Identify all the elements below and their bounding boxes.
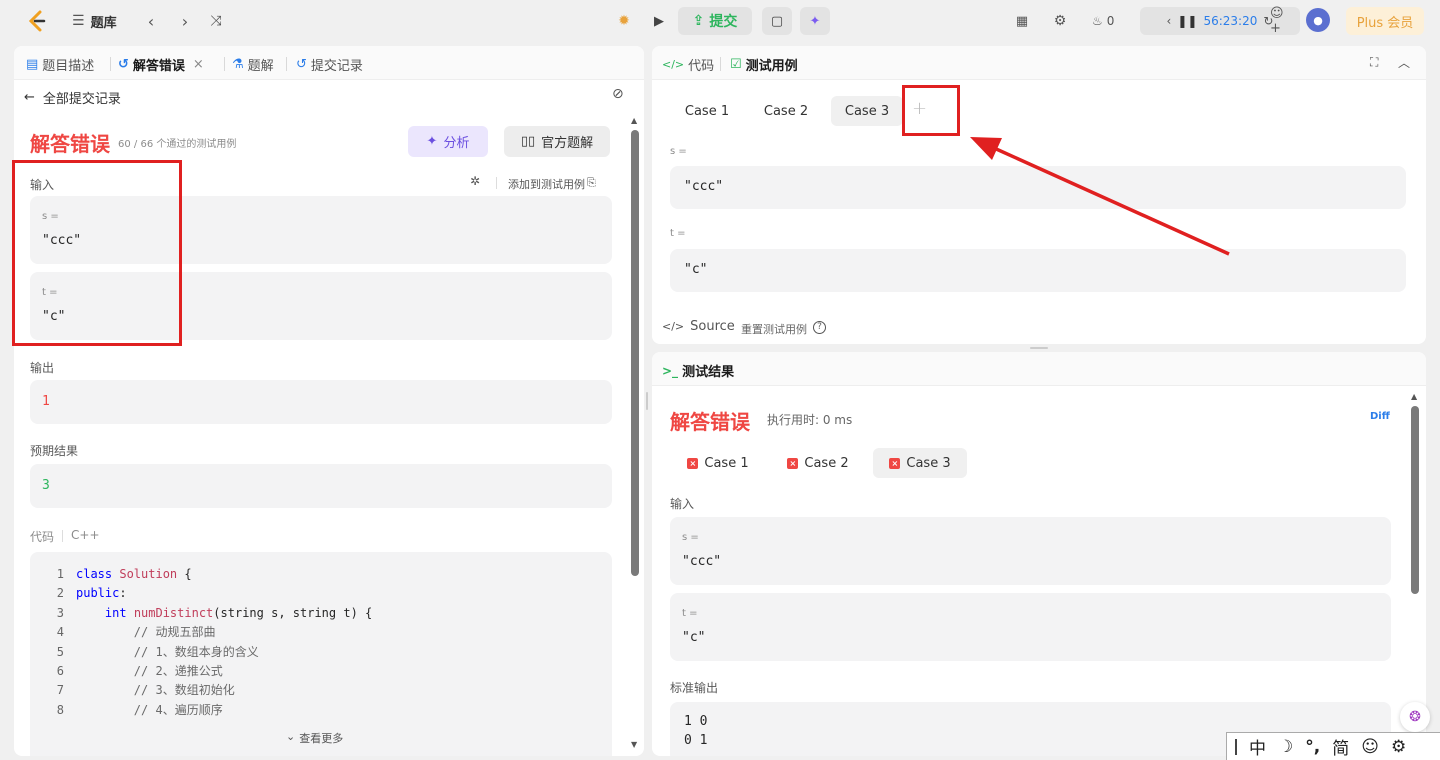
- annotation-arrow: [970, 137, 1230, 256]
